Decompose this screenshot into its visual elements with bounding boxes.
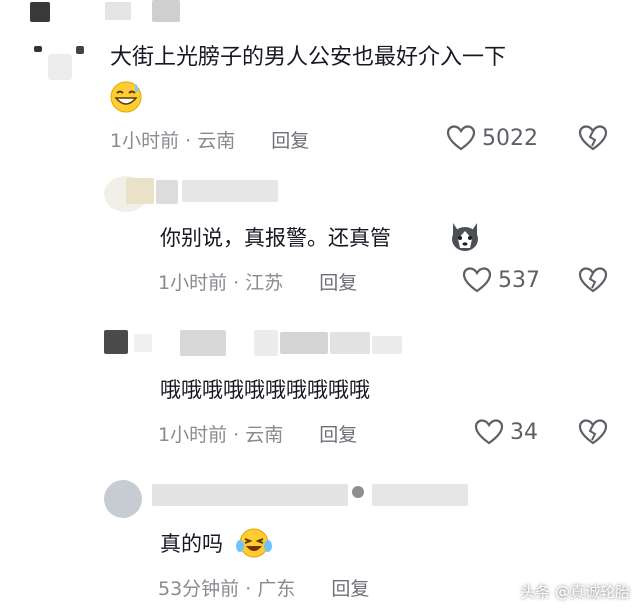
comment-meta: 53分钟前 · 广东 回复 [158, 578, 370, 600]
blurred-username [330, 332, 370, 354]
blurred-username [105, 2, 131, 20]
broken-heart-icon [578, 419, 608, 445]
like-count: 5022 [482, 125, 538, 151]
blurred-username [126, 178, 154, 204]
blurred-username [280, 332, 328, 354]
like-button[interactable]: 34 [474, 418, 538, 446]
reply-button[interactable]: 回复 [271, 130, 309, 152]
dislike-button[interactable] [578, 124, 608, 156]
reply-button[interactable]: 回复 [331, 578, 369, 600]
like-button[interactable]: 537 [462, 266, 540, 294]
blurred-username [30, 2, 50, 22]
reply-button[interactable]: 回复 [319, 272, 357, 294]
avatar[interactable] [104, 330, 128, 354]
heart-icon [474, 419, 504, 445]
comment-location: 云南 [197, 130, 236, 152]
broken-heart-icon [578, 125, 608, 151]
comment-text: 你别说，真报警。还真管 [160, 226, 391, 250]
avatar[interactable] [30, 42, 88, 90]
grinning-sweat-emoji [108, 80, 144, 118]
comment-time: 1小时前 [158, 424, 228, 446]
blurred-username [156, 180, 178, 204]
like-count: 34 [510, 419, 538, 445]
blurred-username [372, 336, 402, 354]
blurred-username [254, 330, 278, 356]
blurred-username [152, 484, 348, 506]
dislike-button[interactable] [578, 266, 608, 298]
comment-location: 广东 [257, 578, 296, 600]
comment-time: 53分钟前 [158, 578, 240, 600]
avatar[interactable] [104, 480, 142, 518]
blurred-username [372, 484, 468, 506]
comment-time: 1小时前 [110, 130, 180, 152]
broken-heart-icon [578, 267, 608, 293]
comment-text: 大街上光膀子的男人公安也最好介入一下 [110, 45, 507, 70]
husky-dog-emoji [448, 220, 482, 258]
blurred-username [182, 180, 278, 202]
blurred-username [352, 486, 364, 498]
comment-location: 云南 [245, 424, 284, 446]
comment-time: 1小时前 [158, 272, 228, 294]
heart-icon [462, 267, 492, 293]
heart-icon [446, 125, 476, 151]
laughing-tears-emoji [236, 526, 272, 564]
comment-meta: 1小时前 · 云南 回复 [158, 424, 358, 446]
blurred-username [134, 334, 152, 352]
reply-button[interactable]: 回复 [319, 424, 357, 446]
like-count: 537 [498, 267, 540, 293]
comment-meta: 1小时前 · 江苏 回复 [158, 272, 358, 294]
like-button[interactable]: 5022 [446, 124, 538, 152]
comment-location: 江苏 [245, 272, 284, 294]
blurred-username [180, 330, 226, 356]
blurred-username [152, 0, 180, 22]
comment-meta: 1小时前 · 云南 回复 [110, 130, 310, 152]
watermark: 头条 @真诚轮胎 [520, 583, 630, 601]
dislike-button[interactable] [578, 418, 608, 450]
comment-text: 真的吗 [160, 532, 223, 556]
comment-text: 哦哦哦哦哦哦哦哦哦哦 [160, 378, 370, 402]
